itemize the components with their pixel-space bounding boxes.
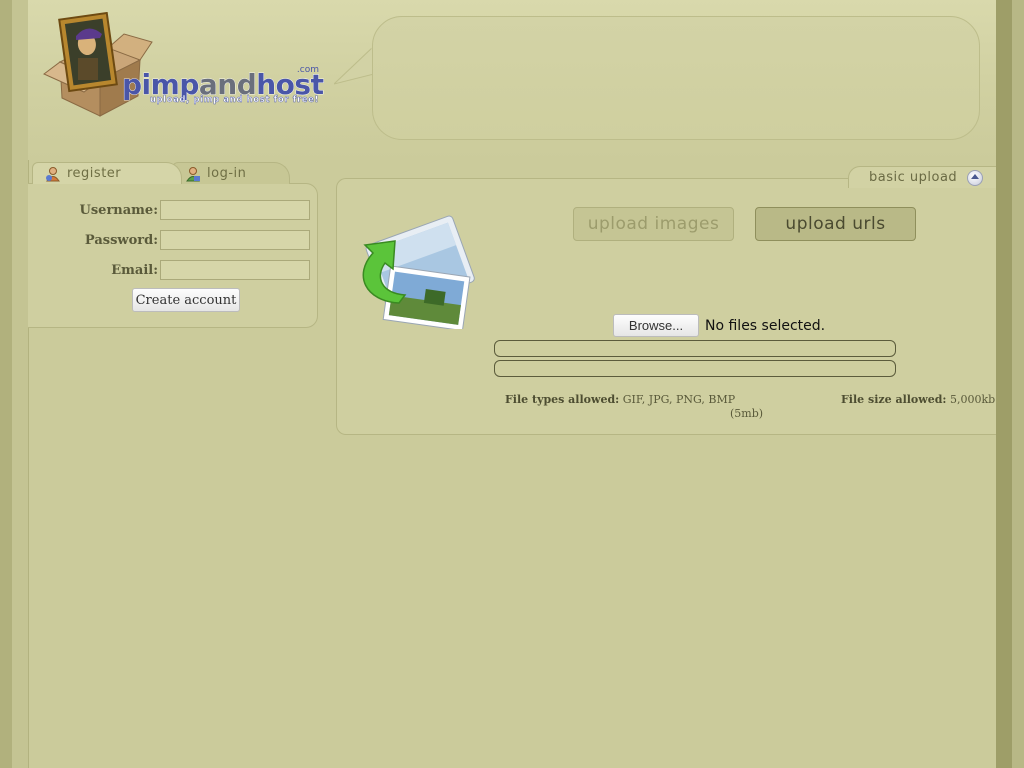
left-border: [0, 0, 12, 768]
file-types-extra: (5mb): [730, 407, 764, 420]
file-picker: Browse... No files selected.: [613, 314, 825, 337]
progress-bar-2: [494, 360, 896, 377]
brand-tagline: upload, pimp and host for free!: [150, 95, 319, 105]
upload-urls-button[interactable]: upload urls: [755, 207, 916, 241]
right-border: [996, 0, 1012, 768]
file-size-value: 5,000kb: [949, 393, 996, 406]
username-label: Username:: [79, 202, 158, 218]
file-status: No files selected.: [705, 317, 826, 334]
auth-tabs: register log-in: [28, 162, 290, 184]
register-panel: Username: Password: Email: Create accoun…: [28, 183, 318, 328]
file-types-label: File types allowed:: [505, 393, 620, 406]
upload-images-button[interactable]: upload images: [573, 207, 734, 241]
file-size-label: File size allowed:: [841, 393, 947, 406]
email-input[interactable]: [160, 260, 310, 280]
basic-upload-label: basic upload: [869, 170, 958, 185]
header-speech-bubble: [372, 16, 980, 140]
upload-panel: upload images upload urls Browse... No f…: [336, 178, 996, 435]
portrait-icon: [58, 12, 118, 93]
tab-register[interactable]: register: [32, 162, 182, 184]
collapse-up-icon[interactable]: [967, 169, 984, 186]
create-account-button[interactable]: Create account: [132, 288, 240, 312]
tab-log-in[interactable]: log-in: [172, 162, 290, 184]
password-row: Password:: [28, 229, 310, 251]
tab-register-label: register: [67, 166, 122, 181]
progress-bar-1: [494, 340, 896, 357]
password-label: Password:: [84, 232, 158, 248]
file-types-value: GIF, JPG, PNG, BMP: [622, 393, 736, 406]
tab-basic-upload[interactable]: basic upload: [848, 166, 996, 188]
user-add-icon: [46, 166, 60, 181]
right-border-outer: [1012, 0, 1024, 768]
file-types-info: File types allowed: GIF, JPG, PNG, BMP: [505, 393, 735, 406]
password-input[interactable]: [160, 230, 310, 250]
upload-images-icon: [362, 215, 475, 329]
brand-domain: .com: [297, 65, 319, 75]
site-logo[interactable]: pimpandhost .com upload, pimp and host f…: [40, 12, 325, 122]
email-row: Email:: [28, 259, 310, 281]
browse-button[interactable]: Browse...: [613, 314, 699, 337]
file-size-info: File size allowed: 5,000kb: [841, 393, 995, 406]
user-login-icon: [186, 166, 200, 181]
tab-log-in-label: log-in: [207, 166, 247, 181]
username-row: Username:: [28, 199, 310, 221]
bubble-tail: [334, 45, 374, 85]
email-label: Email:: [111, 262, 158, 278]
username-input[interactable]: [160, 200, 310, 220]
left-border-inner: [12, 0, 29, 768]
